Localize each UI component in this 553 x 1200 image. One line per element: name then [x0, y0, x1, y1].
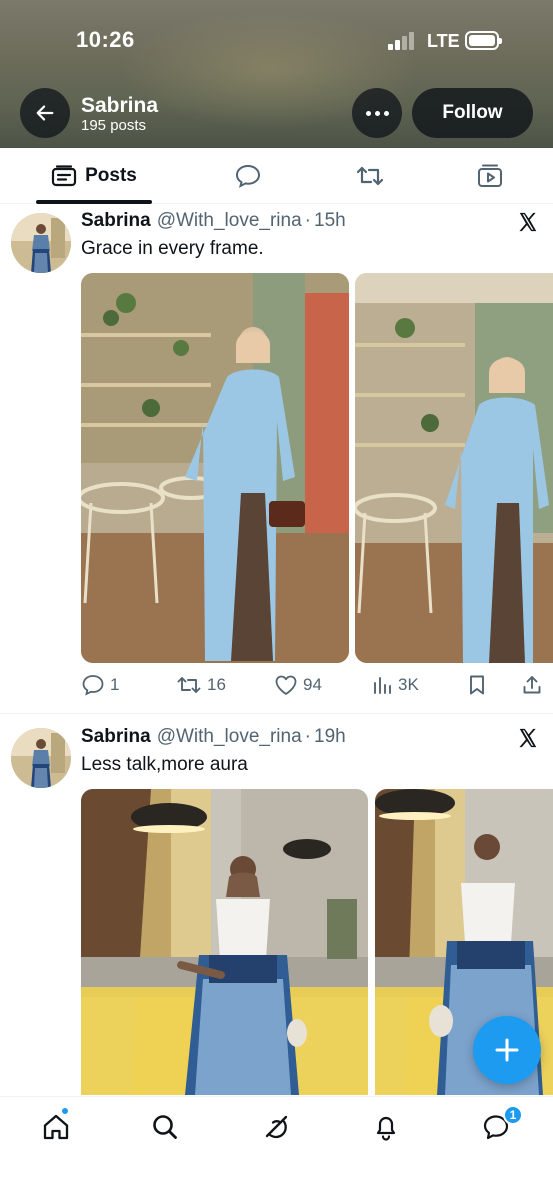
bookmark-button[interactable] [467, 674, 487, 696]
home-icon [43, 1114, 69, 1140]
grok-icon [265, 1115, 288, 1139]
post-header: Sabrina @With_love_rina · 15h [81, 210, 346, 232]
x-logo-icon [519, 728, 537, 748]
search-icon [153, 1115, 177, 1139]
compose-button[interactable] [473, 1016, 541, 1084]
post[interactable]: Sabrina @With_love_rina · 15h Grace in e… [0, 204, 553, 714]
post-handle[interactable]: @With_love_rina [157, 726, 302, 748]
posts-icon [52, 165, 77, 187]
heart-icon [275, 675, 297, 695]
nav-notifications[interactable] [366, 1111, 406, 1143]
tab-posts[interactable]: Posts [36, 148, 152, 204]
status-time: 10:26 [76, 27, 135, 52]
post-actions: 1 16 94 3K [81, 674, 553, 698]
home-notification-dot [61, 1107, 69, 1115]
nav-grok[interactable] [256, 1111, 296, 1143]
reply-button[interactable]: 1 [81, 674, 119, 696]
post-handle[interactable]: @With_love_rina [157, 210, 302, 232]
tab-replies[interactable] [228, 148, 268, 204]
post[interactable]: Sabrina @With_love_rina · 19h Less talk,… [0, 715, 553, 1095]
follow-button[interactable]: Follow [412, 88, 533, 138]
separator-dot: · [304, 210, 311, 231]
share-icon [523, 676, 541, 694]
post-author[interactable]: Sabrina [81, 726, 151, 748]
nav-search[interactable] [145, 1111, 185, 1143]
notifications-icon [376, 1116, 396, 1141]
separator-dot: · [304, 726, 311, 747]
like-button[interactable]: 94 [274, 674, 322, 696]
profile-header: 10:26 LTE Sabrina 195 posts Follow [0, 0, 553, 148]
ellipsis-icon [365, 110, 371, 116]
repost-icon [177, 677, 201, 693]
bookmark-icon [470, 675, 484, 695]
post-count: 195 posts [81, 117, 147, 134]
share-button[interactable] [521, 674, 543, 696]
post-author[interactable]: Sabrina [81, 210, 151, 232]
reply-icon [82, 675, 104, 696]
post-image[interactable] [81, 789, 368, 1095]
avatar[interactable] [11, 213, 71, 273]
profile-tabs: Posts [0, 148, 553, 204]
plus-icon [495, 1038, 519, 1062]
network-label: LTE [427, 31, 460, 51]
battery-icon [465, 31, 502, 50]
signal-icon [388, 32, 418, 50]
back-button[interactable] [20, 88, 70, 138]
post-time[interactable]: 19h [314, 726, 346, 748]
profile-name: Sabrina [81, 94, 159, 117]
more-options-button[interactable] [352, 88, 402, 138]
reposts-icon [356, 166, 384, 186]
tab-media[interactable] [470, 148, 510, 204]
tab-posts-label: Posts [85, 165, 137, 186]
post-time[interactable]: 15h [314, 210, 346, 232]
reply-count: 1 [110, 675, 120, 694]
nav-home[interactable] [36, 1111, 76, 1143]
like-count: 94 [303, 675, 322, 694]
post-image[interactable] [355, 273, 553, 663]
post-image[interactable] [81, 273, 349, 663]
messages-badge: 1 [503, 1105, 523, 1125]
post-header: Sabrina @With_love_rina · 19h [81, 726, 346, 748]
avatar[interactable] [11, 728, 71, 788]
post-text: Grace in every frame. [81, 238, 264, 259]
views-button[interactable]: 3K [371, 674, 419, 696]
view-count: 3K [398, 675, 419, 694]
repost-button[interactable]: 16 [176, 674, 226, 696]
media-icon [478, 164, 502, 187]
x-logo-icon [519, 212, 537, 232]
replies-icon [235, 164, 261, 188]
tab-reposts[interactable] [350, 148, 390, 204]
views-chart-icon [374, 677, 391, 694]
arrow-left-icon [36, 105, 54, 121]
repost-count: 16 [207, 675, 226, 694]
post-text: Less talk,more aura [81, 754, 248, 775]
bottom-navigation: 1 [0, 1096, 553, 1200]
